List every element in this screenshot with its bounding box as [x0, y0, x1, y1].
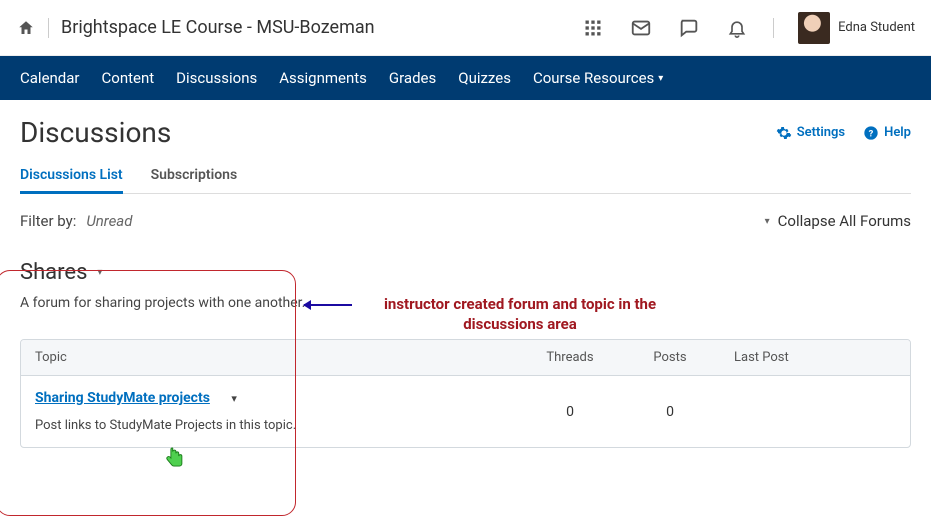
settings-label: Settings: [797, 125, 845, 140]
chat-icon[interactable]: [675, 14, 703, 42]
table-header-row: Topic Threads Posts Last Post: [21, 340, 910, 376]
topic-menu-caret[interactable]: ▾: [231, 392, 237, 405]
gear-icon: [776, 125, 792, 141]
page-header: Discussions Settings ? Help: [20, 116, 911, 149]
nav-content[interactable]: Content: [102, 69, 155, 87]
page-title: Discussions: [20, 116, 171, 149]
forum-description: A forum for sharing projects with one an…: [20, 295, 911, 311]
filter-label: Filter by:: [20, 212, 76, 230]
table-row: Sharing StudyMate projects ▾ Post links …: [21, 376, 910, 447]
col-last-post: Last Post: [720, 340, 910, 375]
forum-header: Shares ▾: [20, 260, 911, 285]
top-header: Brightspace LE Course - MSU-Bozeman Edna…: [0, 0, 931, 56]
help-label: Help: [884, 125, 911, 140]
nav-dropdown-label: Course Resources: [533, 69, 654, 87]
bell-icon[interactable]: [723, 14, 751, 42]
content-area: Discussions Settings ? Help Discussions …: [0, 100, 931, 464]
topic-cell: Sharing StudyMate projects ▾ Post links …: [21, 376, 520, 447]
topic-table: Topic Threads Posts Last Post Sharing St…: [20, 339, 911, 448]
forum-title[interactable]: Shares: [20, 260, 87, 285]
help-icon: ?: [863, 125, 879, 141]
settings-link[interactable]: Settings: [776, 125, 845, 141]
svg-text:?: ?: [869, 128, 874, 139]
course-nav: Calendar Content Discussions Assignments…: [0, 56, 931, 100]
tab-discussions-list[interactable]: Discussions List: [20, 159, 123, 194]
apps-icon[interactable]: [579, 14, 607, 42]
topic-description: Post links to StudyMate Projects in this…: [35, 418, 506, 433]
collapse-all-forums[interactable]: ▾ Collapse All Forums: [765, 212, 911, 230]
divider: [48, 18, 49, 38]
filter-row: Filter by: Unread ▾ Collapse All Forums: [20, 212, 911, 230]
nav-quizzes[interactable]: Quizzes: [458, 69, 511, 87]
help-link[interactable]: ? Help: [863, 125, 911, 141]
last-post: [720, 376, 910, 447]
cursor-hand-icon: [164, 445, 186, 471]
chevron-down-icon: ▾: [765, 216, 770, 227]
divider: [773, 18, 774, 38]
mail-icon[interactable]: [627, 14, 655, 42]
threads-count: 0: [520, 376, 620, 447]
col-topic: Topic: [21, 340, 520, 375]
col-posts: Posts: [620, 340, 720, 375]
filter-by: Filter by: Unread: [20, 212, 132, 230]
nav-calendar[interactable]: Calendar: [20, 69, 80, 87]
course-title[interactable]: Brightspace LE Course - MSU-Bozeman: [61, 17, 375, 38]
forum-menu-caret[interactable]: ▾: [97, 267, 102, 278]
avatar: [798, 12, 830, 44]
nav-course-resources[interactable]: Course Resources ▾: [533, 69, 663, 87]
nav-discussions[interactable]: Discussions: [176, 69, 257, 87]
nav-grades[interactable]: Grades: [389, 69, 436, 87]
topic-link[interactable]: Sharing StudyMate projects: [35, 390, 210, 406]
user-name: Edna Student: [838, 20, 915, 35]
discussion-tabs: Discussions List Subscriptions: [20, 159, 911, 194]
nav-assignments[interactable]: Assignments: [279, 69, 367, 87]
collapse-label: Collapse All Forums: [778, 212, 911, 230]
chevron-down-icon: ▾: [658, 73, 663, 84]
page-actions: Settings ? Help: [776, 125, 911, 141]
forum-block: Shares ▾ A forum for sharing projects wi…: [20, 260, 911, 448]
posts-count: 0: [620, 376, 720, 447]
filter-unread[interactable]: Unread: [86, 212, 132, 230]
home-icon[interactable]: [16, 18, 36, 38]
user-menu[interactable]: Edna Student: [798, 12, 915, 44]
tab-subscriptions[interactable]: Subscriptions: [151, 159, 238, 193]
col-threads: Threads: [520, 340, 620, 375]
